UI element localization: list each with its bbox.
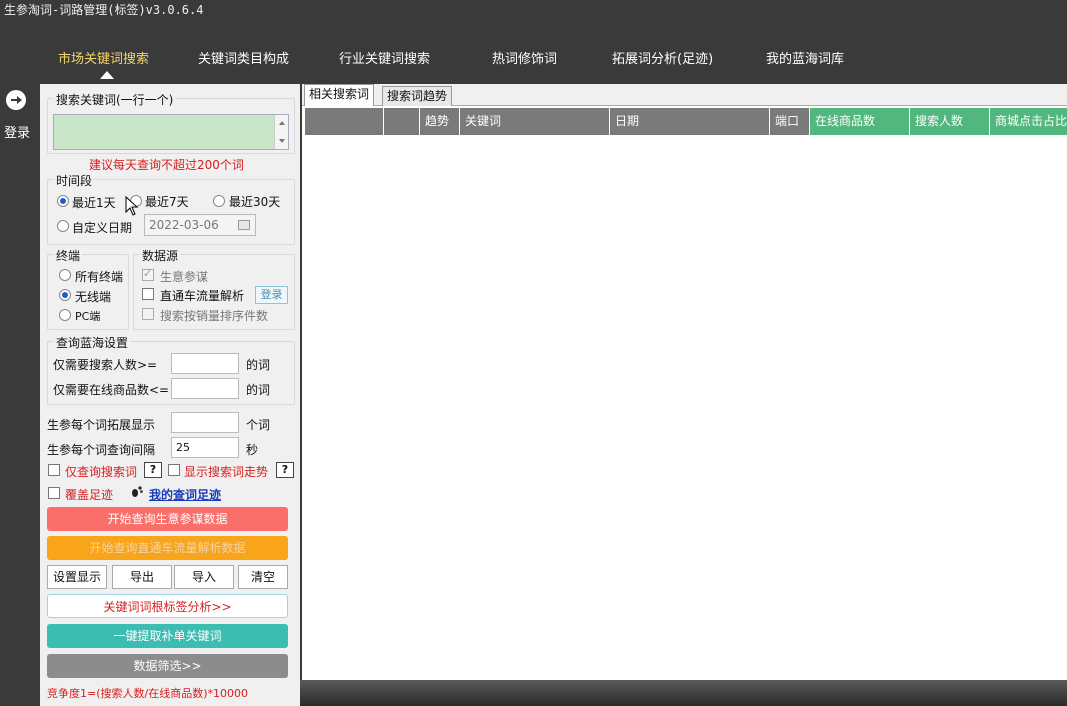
terminal-wireless-radio[interactable] [59, 289, 71, 301]
tab-related-search-words[interactable]: 相关搜索词 [304, 84, 375, 106]
data-filter-button[interactable]: 数据筛选>> [47, 654, 288, 678]
tab-search-trend[interactable]: 搜索词趋势 [382, 86, 453, 106]
footprint-icon [130, 485, 144, 502]
column-header-blank-1[interactable] [305, 108, 384, 135]
terminal-wireless-label[interactable]: 无线端 [75, 288, 111, 305]
column-header-online-items[interactable]: 在线商品数 [810, 108, 910, 135]
show-trend-help[interactable]: ? [276, 462, 294, 478]
column-header-keyword[interactable]: 关键词 [460, 108, 610, 135]
period-custom-radio[interactable] [57, 220, 69, 232]
expand-count-suffix: 个词 [246, 418, 271, 432]
bluesea-title: 查询蓝海设置 [54, 334, 131, 351]
nav-item-expand-analysis[interactable]: 拓展词分析(足迹) [612, 48, 713, 67]
extract-keywords-button[interactable]: 一键提取补单关键词 [47, 624, 288, 648]
query-interval-suffix: 秒 [246, 443, 259, 457]
calendar-icon[interactable] [238, 220, 250, 230]
query-limit-hint: 建议每天查询不超过200个词 [89, 158, 244, 172]
window-title: 生参淘词-词路管理(标签)v3.0.6.4 [0, 0, 1067, 22]
max-online-items-label: 仅需要在线商品数<= [53, 383, 170, 397]
nav-item-industry-keyword-search[interactable]: 行业关键词搜索 [339, 48, 430, 67]
clear-button[interactable]: 清空 [238, 565, 288, 589]
min-searchers-suffix: 的词 [246, 358, 271, 372]
scroll-up-icon[interactable] [279, 121, 285, 125]
period-7day-label[interactable]: 最近7天 [145, 193, 189, 210]
terminal-title: 终端 [54, 247, 83, 264]
datasource-sycm-checkbox[interactable] [142, 267, 154, 281]
column-header-mall-click-ratio[interactable]: 商城点击占比 [990, 108, 1067, 135]
column-header-date[interactable]: 日期 [610, 108, 770, 135]
only-search-word-label[interactable]: 仅查询搜索词 [65, 463, 137, 480]
left-strip: 登录 [0, 84, 40, 706]
query-panel: 搜索关键词(一行一个) 建议每天查询不超过200个词 时间段 最近1天 最近7天… [40, 84, 300, 706]
login-label[interactable]: 登录 [4, 122, 30, 141]
period-30day-label[interactable]: 最近30天 [229, 193, 280, 210]
results-area: 相关搜索词 搜索词趋势 趋势 关键词 日期 端口 在线商品数 搜索人数 商城点击… [302, 84, 1067, 680]
root-tag-analysis-button[interactable]: 关键词词根标签分析>> [47, 594, 288, 618]
only-search-word-checkbox[interactable] [48, 464, 60, 476]
datasource-ztc-label[interactable]: 直通车流量解析 [160, 287, 244, 304]
max-online-items-suffix: 的词 [246, 383, 271, 397]
keywords-textarea[interactable] [53, 114, 289, 150]
expand-count-label: 生参每个词拓展显示 [47, 418, 156, 432]
period-30day-radio[interactable] [213, 195, 225, 207]
mouse-cursor-icon [125, 196, 139, 216]
period-custom-label[interactable]: 自定义日期 [72, 219, 132, 236]
terminal-all-label[interactable]: 所有终端 [75, 268, 123, 285]
datasource-ztc-checkbox[interactable] [142, 288, 154, 300]
nav-item-blue-sea-library[interactable]: 我的蓝海词库 [766, 48, 844, 67]
query-interval-label: 生参每个词查询间隔 [47, 443, 156, 457]
competition-formula: 竞争度1=(搜索人数/在线商品数)*10000 [47, 687, 248, 700]
import-button[interactable]: 导入 [174, 565, 234, 589]
column-header-trend[interactable]: 趋势 [420, 108, 460, 135]
column-header-blank-2[interactable] [384, 108, 420, 135]
terminal-pc-radio[interactable] [59, 309, 71, 321]
results-tabs: 相关搜索词 搜索词趋势 [302, 84, 1067, 106]
results-table-header: 趋势 关键词 日期 端口 在线商品数 搜索人数 商城点击占比 [305, 108, 1067, 135]
min-searchers-input[interactable] [171, 353, 239, 374]
active-nav-caret [100, 71, 114, 79]
scroll-down-icon[interactable] [279, 139, 285, 143]
overwrite-footprint-checkbox[interactable] [48, 487, 60, 499]
my-footprint-link[interactable]: 我的查词足迹 [149, 486, 221, 503]
column-header-port[interactable]: 端口 [770, 108, 810, 135]
nav-item-hot-modifiers[interactable]: 热词修饰词 [492, 48, 557, 67]
nav-item-market-keyword-search[interactable]: 市场关键词搜索 [58, 48, 149, 67]
top-nav: 市场关键词搜索 关键词类目构成 行业关键词搜索 热词修饰词 拓展词分析(足迹) … [0, 22, 1067, 84]
datasource-sycm-label[interactable]: 生意参谋 [160, 268, 208, 285]
bottom-edge [300, 680, 1067, 706]
date-picker[interactable]: 2022-03-06 [144, 214, 256, 236]
arrow-right-circle-icon[interactable] [6, 90, 26, 110]
textarea-scrollbar[interactable] [274, 115, 288, 149]
overwrite-footprint-label[interactable]: 覆盖足迹 [65, 486, 113, 503]
start-sycm-query-button[interactable]: 开始查询生意参谋数据 [47, 507, 288, 531]
show-trend-label[interactable]: 显示搜索词走势 [184, 463, 268, 480]
display-settings-button[interactable]: 设置显示 [47, 565, 107, 589]
show-trend-checkbox[interactable] [168, 464, 180, 476]
column-header-searchers[interactable]: 搜索人数 [910, 108, 990, 135]
datasource-title: 数据源 [140, 247, 181, 264]
export-button[interactable]: 导出 [112, 565, 172, 589]
terminal-all-radio[interactable] [59, 269, 71, 281]
start-ztc-query-button[interactable]: 开始查询直通车流量解析数据 [47, 536, 288, 560]
max-online-items-input[interactable] [171, 378, 239, 399]
expand-count-input[interactable] [171, 412, 239, 433]
nav-item-keyword-category[interactable]: 关键词类目构成 [198, 48, 289, 67]
min-searchers-label: 仅需要搜索人数>= [53, 358, 158, 372]
only-search-word-help[interactable]: ? [144, 462, 162, 478]
search-keywords-title: 搜索关键词(一行一个) [54, 91, 176, 108]
period-1day-label[interactable]: 最近1天 [72, 194, 116, 211]
period-1day-radio[interactable] [57, 195, 69, 207]
datasource-sales-label[interactable]: 搜索按销量排序件数 [160, 307, 268, 324]
date-value: 2022-03-06 [149, 218, 219, 232]
datasource-sales-checkbox[interactable] [142, 308, 154, 320]
period-title: 时间段 [54, 172, 95, 189]
terminal-pc-label[interactable]: PC端 [75, 308, 100, 324]
ztc-login-button[interactable]: 登录 [255, 286, 288, 304]
query-interval-input[interactable]: 25 [171, 437, 239, 458]
